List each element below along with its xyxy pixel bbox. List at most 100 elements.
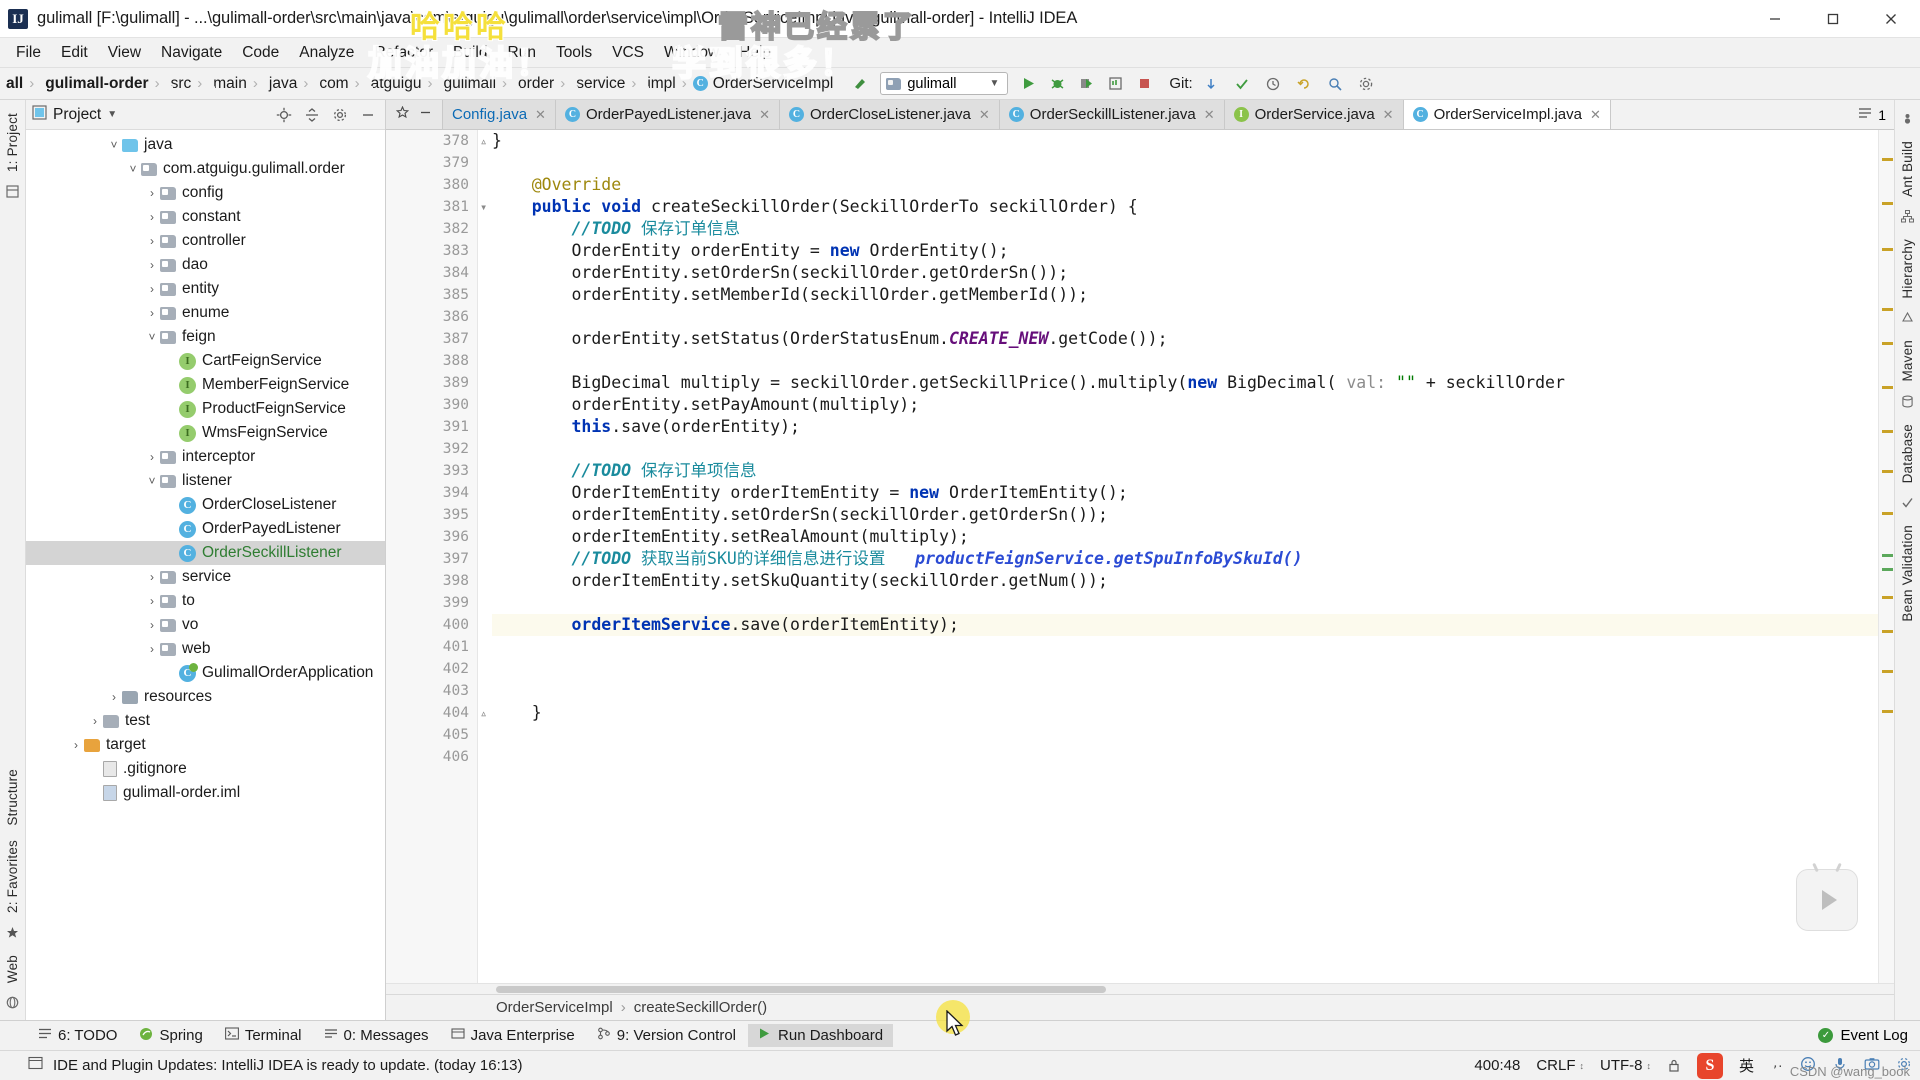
code-line[interactable]: [492, 350, 1878, 372]
menu-file[interactable]: File: [6, 41, 51, 65]
tab-orderservice-java[interactable]: I OrderService.java ✕: [1224, 100, 1404, 129]
line-number[interactable]: 403: [386, 680, 477, 702]
code-line[interactable]: orderItemEntity.setOrderSn(seckillOrder.…: [492, 504, 1878, 526]
breadcrumb-method[interactable]: createSeckillOrder(): [634, 999, 767, 1016]
line-number[interactable]: 399: [386, 592, 477, 614]
sidebar-tab-hierarchy[interactable]: Hierarchy: [1898, 232, 1917, 306]
tree-item[interactable]: ˅ java: [26, 133, 385, 157]
minimize-icon[interactable]: [419, 106, 432, 124]
line-number[interactable]: 379: [386, 152, 477, 174]
close-icon[interactable]: ✕: [1383, 107, 1394, 123]
code-content[interactable]: ▵} @Override ▾ public void createSeckillO…: [478, 130, 1878, 983]
line-number[interactable]: 400: [386, 614, 556, 636]
tree-item[interactable]: gulimall-order.iml: [26, 781, 385, 805]
ime-punctuation-icon[interactable]: ,.: [1770, 1056, 1784, 1075]
sidebar-tab-database[interactable]: Database: [1898, 417, 1917, 490]
line-number[interactable]: 393: [386, 460, 477, 482]
tree-item[interactable]: › entity: [26, 277, 385, 301]
scrollbar-thumb[interactable]: [496, 986, 1106, 993]
code-line[interactable]: [492, 306, 1878, 328]
run-configuration-selector[interactable]: gulimall ▼: [880, 72, 1009, 95]
code-line[interactable]: [492, 680, 1878, 702]
stop-icon[interactable]: [1131, 72, 1157, 96]
tabs-list-icon[interactable]: [1858, 106, 1872, 124]
sidebar-tab-structure[interactable]: Structure: [3, 762, 22, 833]
run-icon[interactable]: [1015, 72, 1041, 96]
breadcrumb-gulimall-order[interactable]: gulimall-order: [40, 75, 148, 93]
tree-item[interactable]: › to: [26, 589, 385, 613]
menu-view[interactable]: View: [98, 41, 151, 65]
tree-item[interactable]: › controller: [26, 229, 385, 253]
analysis-marker[interactable]: [1882, 248, 1893, 251]
code-line[interactable]: BigDecimal multiply = seckillOrder.getSe…: [492, 372, 1878, 394]
line-number[interactable]: 386: [386, 306, 477, 328]
analysis-marker[interactable]: [1882, 710, 1893, 713]
lock-icon[interactable]: [1667, 1058, 1681, 1073]
commit-icon[interactable]: [1229, 72, 1255, 96]
menu-code[interactable]: Code: [232, 41, 289, 65]
line-number[interactable]: 390: [386, 394, 477, 416]
line-number[interactable]: 391: [386, 416, 477, 438]
close-icon[interactable]: ✕: [759, 107, 770, 123]
line-number[interactable]: 381@: [386, 196, 539, 218]
tree-item[interactable]: I MemberFeignService: [26, 373, 385, 397]
line-number[interactable]: 382: [386, 218, 477, 240]
debug-icon[interactable]: [1044, 72, 1070, 96]
line-number[interactable]: 388: [386, 350, 477, 372]
tool-window-run-dashboard[interactable]: Run Dashboard: [748, 1024, 894, 1047]
analysis-marker[interactable]: [1882, 430, 1893, 433]
close-button[interactable]: [1862, 0, 1920, 38]
tool-window-terminal[interactable]: Terminal: [215, 1024, 312, 1047]
tree-item[interactable]: I ProductFeignService: [26, 397, 385, 421]
tree-expand-arrow-icon[interactable]: ›: [144, 210, 160, 224]
breadcrumb-src[interactable]: src: [166, 75, 192, 93]
line-number[interactable]: 397: [386, 548, 477, 570]
build-icon[interactable]: [847, 72, 873, 96]
line-separator[interactable]: CRLF ↕: [1536, 1057, 1584, 1074]
tree-item[interactable]: I CartFeignService: [26, 349, 385, 373]
code-fold-icon[interactable]: ▵: [480, 702, 487, 724]
menu-navigate[interactable]: Navigate: [151, 41, 232, 65]
analysis-marker[interactable]: [1882, 554, 1893, 557]
code-line[interactable]: @Override: [492, 174, 1878, 196]
tree-expand-arrow-icon[interactable]: ›: [144, 258, 160, 272]
menu-help[interactable]: Help: [729, 41, 781, 65]
tree-expand-arrow-icon[interactable]: ›: [144, 186, 160, 200]
menu-edit[interactable]: Edit: [51, 41, 98, 65]
minimize-button[interactable]: [1746, 0, 1804, 38]
close-icon[interactable]: ✕: [535, 107, 546, 123]
tab-orderpayedlistener-java[interactable]: C OrderPayedListener.java ✕: [555, 100, 780, 129]
code-line[interactable]: orderEntity.setMemberId(seckillOrder.get…: [492, 284, 1878, 306]
breadcrumb-gulimall[interactable]: gulimall: [438, 75, 496, 93]
code-line[interactable]: OrderEntity orderEntity = new OrderEntit…: [492, 240, 1878, 262]
tree-item[interactable]: › enume: [26, 301, 385, 325]
code-line[interactable]: [492, 658, 1878, 680]
tree-item[interactable]: .gitignore: [26, 757, 385, 781]
line-number[interactable]: 389: [386, 372, 477, 394]
code-line[interactable]: ▵}: [480, 130, 1878, 152]
breadcrumb-service[interactable]: service: [571, 75, 625, 93]
file-encoding[interactable]: UTF-8 ↕: [1600, 1057, 1651, 1074]
tree-item[interactable]: › target: [26, 733, 385, 757]
code-line[interactable]: ▾ public void createSeckillOrder(Seckill…: [480, 196, 1878, 218]
tree-item[interactable]: › test: [26, 709, 385, 733]
tree-item[interactable]: ˅ feign: [26, 325, 385, 349]
analysis-marker[interactable]: [1882, 386, 1893, 389]
line-number[interactable]: 398: [386, 570, 477, 592]
tree-item[interactable]: › interceptor: [26, 445, 385, 469]
code-line[interactable]: //TODO 获取当前SKU的详细信息进行设置 productFeignServ…: [492, 548, 1878, 570]
sidebar-tab-maven[interactable]: Maven: [1898, 333, 1917, 389]
analysis-marker-strip[interactable]: [1878, 130, 1894, 983]
tree-item[interactable]: › web: [26, 637, 385, 661]
code-line[interactable]: [492, 592, 1878, 614]
analysis-marker[interactable]: [1882, 670, 1893, 673]
code-line[interactable]: this.save(orderEntity);: [492, 416, 1878, 438]
ime-mode-label[interactable]: 英: [1739, 1055, 1754, 1076]
breadcrumb-main[interactable]: main: [208, 75, 247, 93]
tree-item[interactable]: › service: [26, 565, 385, 589]
tree-item[interactable]: I WmsFeignService: [26, 421, 385, 445]
breadcrumb-order[interactable]: order: [513, 75, 554, 93]
tree-item[interactable]: C OrderSeckillListener: [26, 541, 385, 565]
horizontal-scrollbar[interactable]: [386, 983, 1894, 994]
tool-window-version-control[interactable]: 9: Version Control: [587, 1024, 746, 1047]
